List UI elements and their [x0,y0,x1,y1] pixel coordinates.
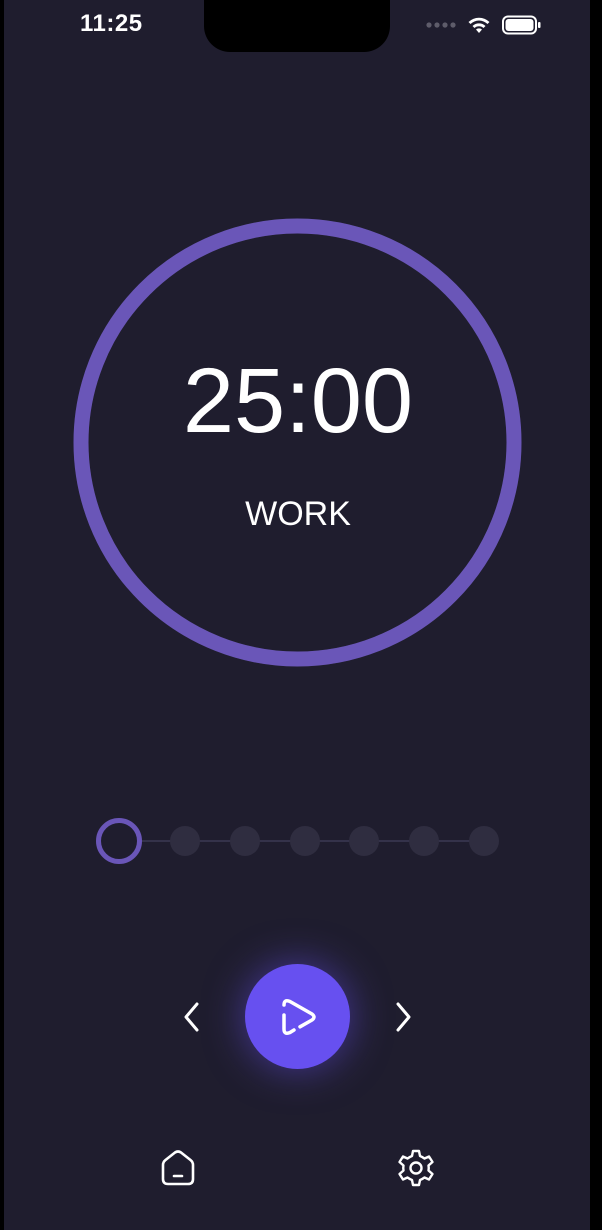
timer-mode-label: WORK [245,495,351,533]
session-dot [290,826,320,856]
nav-settings[interactable] [396,1148,436,1188]
play-icon [281,998,316,1035]
chevron-right-icon [396,1002,411,1032]
dynamic-island [204,0,390,52]
nav-home[interactable] [158,1148,198,1188]
battery-icon [502,15,541,35]
session-dot [409,826,439,856]
status-icons [426,14,542,36]
bottom-navigation [0,1148,596,1192]
previous-button[interactable] [175,999,211,1035]
timer-countdown: 25:00 [182,350,414,452]
play-button[interactable] [245,964,350,1069]
chevron-left-icon [184,1002,199,1032]
session-dot [349,826,379,856]
timer-controls [0,964,596,1070]
status-time: 11:25 [80,10,143,37]
settings-gear-icon [398,1149,434,1187]
home-icon [161,1150,195,1186]
cellular-dots-icon [426,22,456,28]
session-dot [170,826,200,856]
status-bar: 11:25 [0,0,602,54]
session-dot [469,826,499,856]
wifi-icon [468,17,490,33]
session-dot [96,818,142,864]
next-button[interactable] [384,999,420,1035]
session-progress-indicator [96,818,506,864]
session-dot [230,826,260,856]
